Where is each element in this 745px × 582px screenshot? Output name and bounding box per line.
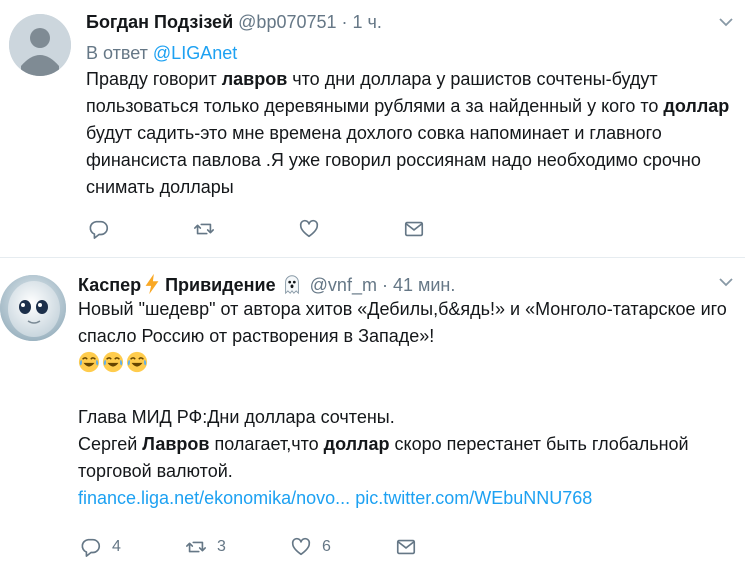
- avatar[interactable]: [0, 275, 66, 341]
- reply-prefix: В ответ: [86, 43, 148, 63]
- emoji-line: [78, 350, 738, 377]
- text-span: Сергей: [78, 434, 143, 454]
- tweet-actions: [88, 218, 508, 240]
- reply-context: В ответ @LIGAnet: [86, 42, 237, 64]
- text-line: Глава МИД РФ:Дни доллара сочтены.: [78, 407, 395, 427]
- default-avatar-icon: [9, 14, 71, 76]
- joy-emoji-icon: [102, 351, 124, 373]
- keyword: доллар: [663, 96, 730, 116]
- keyword-dollar: доллар: [323, 434, 390, 454]
- caret-down-icon[interactable]: [716, 272, 736, 292]
- user-handle[interactable]: @vnf_m: [310, 275, 377, 295]
- reply-icon: [89, 220, 109, 239]
- tweet-time[interactable]: · 41 мин.: [382, 275, 455, 295]
- tweet-header: Богдан Подзізей @bp070751 · 1 ч.: [86, 11, 382, 33]
- like-button[interactable]: [298, 218, 403, 240]
- text-line: Сергей Лавров полагает,что доллар скоро …: [78, 431, 738, 458]
- text-span: полагает,что: [209, 434, 324, 454]
- tweet-1[interactable]: Богдан Подзізей @bp070751 · 1 ч. В ответ…: [0, 0, 745, 258]
- dm-button[interactable]: [395, 536, 500, 558]
- text-line: спасло Россию от растворения в Западе»!: [78, 326, 435, 346]
- text-span: скоро перестанет быть глобальной: [389, 434, 689, 454]
- retweet-button[interactable]: 3: [185, 536, 290, 558]
- pic-link[interactable]: pic.twitter.com/WEbuNNU768: [355, 488, 592, 508]
- user-name[interactable]: Каспер Привидение: [78, 273, 305, 295]
- user-handle[interactable]: @bp070751: [238, 12, 336, 32]
- article-link[interactable]: finance.liga.net/ekonomika/novo...: [78, 488, 350, 508]
- reply-count: 4: [112, 538, 121, 555]
- tweet-time[interactable]: · 1 ч.: [342, 12, 382, 32]
- user-name-part: Каспер: [78, 275, 142, 295]
- user-name-part: Привидение: [165, 275, 276, 295]
- reply-to-link[interactable]: @LIGAnet: [153, 43, 237, 63]
- dm-button[interactable]: [403, 218, 508, 240]
- joy-emoji-icon: [126, 351, 148, 373]
- text-line: торговой валютой.: [78, 461, 233, 481]
- links-line: finance.liga.net/ekonomika/novo... pic.t…: [78, 485, 738, 512]
- tweet-text: Правду говорит лавров что дни доллара у …: [86, 66, 736, 201]
- text-line: Новый "шедевр" от автора хитов «Дебилы,б…: [78, 299, 727, 319]
- dm-icon: [404, 221, 424, 237]
- retweet-count: 3: [217, 538, 226, 555]
- caret-down-icon[interactable]: [716, 12, 736, 32]
- dm-icon: [396, 539, 416, 555]
- reply-button[interactable]: [88, 218, 193, 240]
- text-span: будут садить-это мне времена дохлого сов…: [86, 123, 701, 197]
- text-span: Правду говорит: [86, 69, 222, 89]
- tweet-header: Каспер Привидение @vnf_m · 41 мин.: [78, 273, 455, 296]
- casper-ghost-avatar-icon: [0, 275, 66, 341]
- reply-button[interactable]: 4: [80, 536, 185, 558]
- keyword-lavrov: Лавров: [142, 434, 210, 454]
- retweet-icon: [186, 541, 206, 553]
- lightning-emoji-icon: [145, 273, 159, 295]
- user-name[interactable]: Богдан Подзізей: [86, 12, 233, 32]
- joy-emoji-icon: [78, 351, 100, 373]
- ghost-emoji-icon: [284, 275, 299, 295]
- like-button[interactable]: 6: [290, 536, 395, 558]
- tweet-actions: 4 3 6: [80, 536, 500, 558]
- like-count: 6: [322, 538, 331, 555]
- like-icon: [299, 219, 319, 238]
- keyword: лавров: [221, 69, 288, 89]
- like-icon: [291, 537, 311, 556]
- retweet-icon: [194, 223, 214, 235]
- retweet-button[interactable]: [193, 218, 298, 240]
- reply-icon: [81, 538, 101, 557]
- avatar[interactable]: [9, 14, 71, 76]
- tweet-text: Новый "шедевр" от автора хитов «Дебилы,б…: [78, 296, 738, 512]
